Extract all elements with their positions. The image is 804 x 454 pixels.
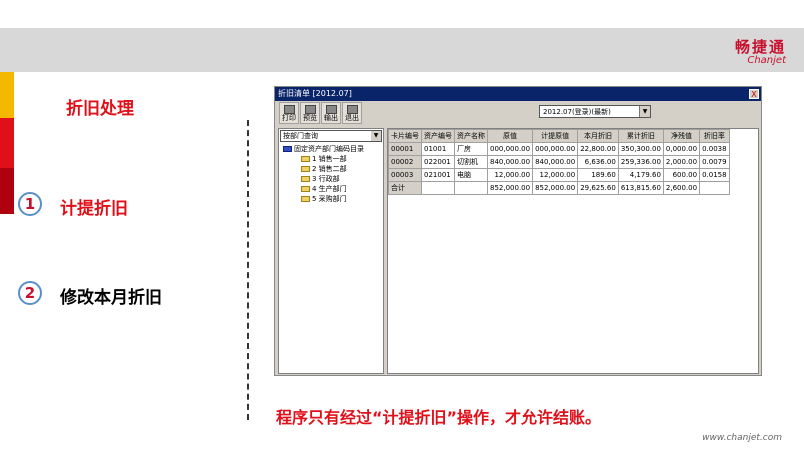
cell: 0,000.00 xyxy=(662,142,701,156)
chevron-down-icon[interactable]: ▼ xyxy=(639,106,650,117)
export-button[interactable]: 输出 xyxy=(321,102,341,124)
accent-strip-yellow xyxy=(0,72,14,118)
cell: 合计 xyxy=(388,181,422,195)
cell: 840,000.00 xyxy=(486,155,534,169)
table-row[interactable]: 00003 021001 电脑 12,000.00 12,000.00 189.… xyxy=(388,168,730,182)
item-number-1: 1 xyxy=(18,192,42,216)
chevron-down-icon[interactable]: ▼ xyxy=(371,131,381,141)
accent-strip-red xyxy=(0,118,14,168)
cell: 0.0038 xyxy=(699,142,730,156)
cell: 2,600.00 xyxy=(662,181,701,195)
item-label-1: 计提折旧 xyxy=(60,199,128,219)
brand-name-cn: 畅捷通 xyxy=(734,38,786,56)
cell: 259,336.00 xyxy=(617,155,664,169)
col-depr-rate[interactable]: 折旧率 xyxy=(699,129,730,143)
folder-icon xyxy=(301,186,310,192)
window-titlebar: 折旧清单 [2012.07] X xyxy=(275,87,761,101)
folder-icon xyxy=(301,176,310,182)
cell: 6,636.00 xyxy=(577,155,619,169)
cell: 12,000.00 xyxy=(532,168,579,182)
table-row[interactable]: 00001 01001 厂房 000,000.00 000,000.00 22,… xyxy=(388,142,730,156)
printer-icon xyxy=(283,105,295,114)
tree-item-dept-3[interactable]: 3 行政部 xyxy=(279,174,383,184)
close-icon[interactable]: X xyxy=(749,89,759,99)
header-band xyxy=(0,28,804,72)
cell: 切割机 xyxy=(454,155,488,169)
item-label-2: 修改本月折旧 xyxy=(60,288,162,308)
cell: 613,815.60 xyxy=(617,181,664,195)
cell: 01001 xyxy=(421,142,455,156)
preview-icon xyxy=(304,105,316,114)
accent-strip-darkred xyxy=(0,168,14,214)
col-original-value[interactable]: 原值 xyxy=(486,129,534,143)
cell: 021001 xyxy=(421,168,455,182)
col-asset-name[interactable]: 资产名称 xyxy=(454,129,488,143)
export-icon xyxy=(325,105,337,114)
cell: 电脑 xyxy=(454,168,488,182)
cell: 189.60 xyxy=(577,168,619,182)
cell: 厂房 xyxy=(454,142,488,156)
cell: 29,625.60 xyxy=(577,181,619,195)
slide-title: 折旧处理 xyxy=(66,99,134,119)
toolbar: 打印 预览 输出 退出 2012.07(登录)(最新) ▼ xyxy=(275,101,761,125)
cell: 12,000.00 xyxy=(486,168,534,182)
col-cum-depr[interactable]: 累计折旧 xyxy=(617,129,664,143)
window-title: 折旧清单 [2012.07] xyxy=(278,89,352,98)
tree-item-dept-4[interactable]: 4 生产部门 xyxy=(279,184,383,194)
col-residual[interactable]: 净残值 xyxy=(662,129,701,143)
cell: 22,800.00 xyxy=(577,142,619,156)
tree-item-dept-2[interactable]: 2 销售二部 xyxy=(279,164,383,174)
cell xyxy=(454,181,488,195)
cell: 852,000.00 xyxy=(532,181,579,195)
tree-item-dept-5[interactable]: 5 采购部门 xyxy=(279,194,383,204)
col-card-no[interactable]: 卡片编号 xyxy=(388,129,422,143)
footer-note: 程序只有经过“计提折旧”操作，才允许结账。 xyxy=(276,408,602,427)
tree-item-dept-1[interactable]: 1 销售一部 xyxy=(279,154,383,164)
exit-icon xyxy=(346,105,358,114)
cell: 0.0079 xyxy=(699,155,730,169)
folder-icon xyxy=(283,146,292,152)
item-number-2: 2 xyxy=(18,281,42,305)
cell: 00003 xyxy=(388,168,422,182)
footer-url: www.chanjet.com xyxy=(702,433,782,443)
col-accrual-value[interactable]: 计提原值 xyxy=(532,129,579,143)
dept-tree-pane: 按部门查询 ▼ 固定资产部门编码目录 1 销售一部 2 销售二部 3 行政部 4… xyxy=(278,128,384,374)
period-select[interactable]: 2012.07(登录)(最新) ▼ xyxy=(539,105,651,118)
table-header-row: 卡片编号 资产编号 资产名称 原值 计提原值 本月折旧 累计折旧 净残值 折旧率 xyxy=(388,129,730,143)
cell xyxy=(699,181,730,195)
cell xyxy=(421,181,455,195)
slide: 畅捷通 Chanjet 折旧处理 1 计提折旧 2 修改本月折旧 折旧清单 [2… xyxy=(0,0,804,454)
preview-button[interactable]: 预览 xyxy=(300,102,320,124)
divider-dashed xyxy=(247,120,249,420)
cell: 00001 xyxy=(388,142,422,156)
brand-logo: 畅捷通 Chanjet xyxy=(735,36,786,66)
cell: 840,000.00 xyxy=(532,155,579,169)
depreciation-table: 卡片编号 资产编号 资产名称 原值 计提原值 本月折旧 累计折旧 净残值 折旧率… xyxy=(387,128,759,374)
cell: 000,000.00 xyxy=(532,142,579,156)
col-month-depr[interactable]: 本月折旧 xyxy=(577,129,619,143)
table-total-row[interactable]: 合计 852,000.00 852,000.00 29,625.60 613,8… xyxy=(388,181,730,195)
cell: 852,000.00 xyxy=(486,181,534,195)
cell: 600.00 xyxy=(662,168,701,182)
depreciation-window: 折旧清单 [2012.07] X 打印 预览 输出 退出 2012.07(登录)… xyxy=(274,86,762,376)
folder-icon xyxy=(301,166,310,172)
cell: 2,000.00 xyxy=(662,155,701,169)
table-row[interactable]: 00002 022001 切割机 840,000.00 840,000.00 6… xyxy=(388,155,730,169)
cell: 350,300.00 xyxy=(617,142,664,156)
cell: 000,000.00 xyxy=(486,142,534,156)
folder-icon xyxy=(301,196,310,202)
cell: 0.0158 xyxy=(699,168,730,182)
col-asset-no[interactable]: 资产编号 xyxy=(421,129,455,143)
folder-icon xyxy=(301,156,310,162)
tree-root[interactable]: 固定资产部门编码目录 xyxy=(279,144,383,154)
print-button[interactable]: 打印 xyxy=(279,102,299,124)
dept-query-select[interactable]: 按部门查询 ▼ xyxy=(280,130,382,142)
cell: 4,179.60 xyxy=(617,168,664,182)
cell: 00002 xyxy=(388,155,422,169)
cell: 022001 xyxy=(421,155,455,169)
exit-button[interactable]: 退出 xyxy=(342,102,362,124)
